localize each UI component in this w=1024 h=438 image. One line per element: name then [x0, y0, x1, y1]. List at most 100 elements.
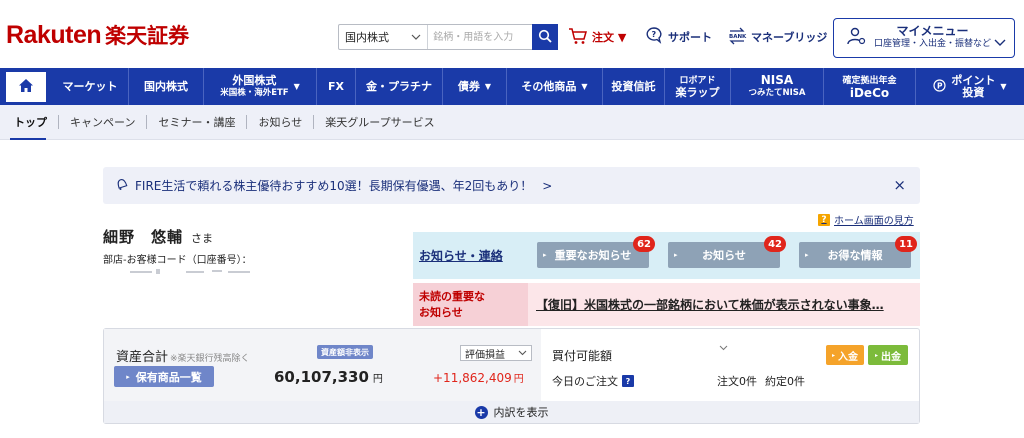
nav-item-other-products[interactable]: その他商品 ▼: [506, 68, 602, 105]
close-icon[interactable]: ×: [893, 176, 906, 194]
nav-label: 確定拠出年金: [842, 76, 897, 86]
chevron-down-icon: [994, 32, 1006, 51]
dropdown-triangle-icon: ▼: [484, 81, 492, 91]
unrealized-gain-value: +11,862,409 円: [433, 370, 524, 385]
search-bar: 国内株式: [338, 24, 558, 50]
search-input[interactable]: [428, 25, 533, 49]
unrealized-gain-amount: +11,862,409: [433, 371, 512, 385]
search-category-select[interactable]: 国内株式: [339, 25, 429, 49]
nav-item-foreign-stock[interactable]: 外国株式 米国株・海外ETF ▼: [203, 68, 316, 105]
logo-securities-text: 楽天証券: [105, 24, 190, 48]
order-menu[interactable]: 注文 ▼: [568, 26, 626, 48]
nav-label: NISA: [760, 73, 794, 87]
subnav-seminar[interactable]: セミナー・講座: [147, 115, 248, 129]
help-icon: ?: [818, 213, 830, 226]
nav-label: 投資信託: [611, 79, 656, 93]
nav-item-gold-platinum[interactable]: 金・プラチナ: [355, 68, 442, 105]
unread-label-line2: お知らせ: [419, 305, 463, 319]
money-bridge-link[interactable]: BANK マネーブリッジ: [727, 26, 827, 48]
nav-sublabel: 楽ラップ: [675, 86, 720, 99]
order-label: 注文 ▼: [592, 31, 627, 44]
notice-button-label: お知らせ: [702, 249, 746, 262]
my-menu-button[interactable]: マイメニュー 口座管理・入出金・振替など: [833, 18, 1015, 58]
unread-count-badge: 11: [895, 236, 917, 252]
svg-text:BANK: BANK: [729, 34, 747, 40]
nav-item-robo-advisor[interactable]: ロボアド 楽ラップ: [664, 68, 730, 105]
today-orders-label: 今日のご注文: [552, 375, 618, 388]
hide-asset-amount-button[interactable]: 資産額非表示: [317, 345, 373, 359]
subnav-campaign[interactable]: キャンペーン: [59, 115, 148, 129]
valuation-select-value: 評価損益: [465, 349, 505, 361]
nav-label: ロボアド: [679, 76, 716, 86]
nav-item-point-investment[interactable]: P ポイント 投資 ▼: [915, 68, 1024, 105]
search-category-value: 国内株式: [345, 31, 389, 44]
important-notice-button[interactable]: ▸ 重要なお知らせ 62: [537, 236, 655, 268]
nav-item-mutual-funds[interactable]: 投資信託: [602, 68, 664, 105]
triangle-right-icon: ▸: [805, 251, 809, 259]
help-icon[interactable]: ?: [622, 375, 634, 387]
home-guide-link[interactable]: ? ホーム画面の見方: [818, 212, 914, 227]
chevron-right-icon: >: [542, 178, 553, 193]
user-name: 細野 悠輔 さま: [103, 226, 213, 247]
nav-label-block: 外国株式 米国株・海外ETF: [220, 74, 288, 99]
support-chat-icon: ?: [644, 26, 668, 49]
contracts-count: 約定0件: [765, 375, 805, 388]
bell-icon: [115, 176, 129, 195]
currency-unit: 円: [513, 374, 524, 385]
show-breakdown-label: 内訳を表示: [493, 406, 549, 419]
unread-label-line1: 未読の重要な: [419, 289, 485, 303]
show-breakdown-button[interactable]: + 内訳を表示: [104, 401, 919, 423]
nav-label: 国内株式: [144, 79, 188, 93]
withdraw-button[interactable]: ▸ 出金: [868, 345, 908, 365]
nav-label-block: ポイント 投資: [951, 73, 996, 99]
notice-button[interactable]: ▸ お知らせ 42: [668, 236, 786, 268]
dropdown-triangle-icon: ▼: [1000, 81, 1007, 91]
nav-label: その他商品: [521, 79, 577, 93]
main-nav: マーケット 国内株式 外国株式 米国株・海外ETF ▼ FX 金・プラチナ 債券 …: [0, 68, 1024, 105]
important-notice-label: 重要なお知らせ: [554, 249, 632, 262]
chevron-down-icon: [411, 32, 421, 43]
buying-power-label: 買付可能額: [552, 349, 613, 363]
nav-label-block: ロボアド 楽ラップ: [676, 74, 720, 99]
deals-info-label: お得な情報: [827, 249, 883, 262]
plus-circle-icon: +: [474, 405, 488, 419]
asset-total-title: 資産合計 ※楽天銀行残高除く: [116, 346, 250, 365]
notice-panel: お知らせ・連絡 ▸ 重要なお知らせ 62 ▸ お知らせ 42 ▸ お得な情報 1…: [413, 232, 920, 279]
rakuten-logo[interactable]: Rakuten 楽天証券: [6, 20, 189, 50]
nav-item-domestic-stock[interactable]: 国内株式: [128, 68, 203, 105]
asset-title-note: ※楽天銀行残高除く: [170, 354, 250, 364]
nav-item-market[interactable]: マーケット: [52, 68, 128, 105]
subnav-top[interactable]: トップ: [0, 115, 59, 140]
important-notice-message-link[interactable]: 【復旧】米国株式の一部銘柄において株価が表示されない事象…: [536, 296, 911, 313]
triangle-right-icon: ▸: [831, 351, 835, 359]
asset-title-text: 資産合計: [116, 350, 169, 365]
subnav-news[interactable]: お知らせ: [247, 115, 315, 129]
nav-item-nisa[interactable]: NISA つみたてNISA: [730, 68, 823, 105]
nav-label: ポイント: [951, 73, 996, 87]
subnav-group-services[interactable]: 楽天グループサービス: [314, 115, 445, 129]
withdraw-label: 出金: [881, 351, 901, 363]
nav-sublabel: 投資: [962, 85, 985, 99]
logo-rakuten-text: Rakuten: [6, 21, 102, 49]
notice-link[interactable]: お知らせ・連絡: [413, 247, 533, 264]
unread-label-text: 未読の重要な お知らせ: [419, 289, 485, 321]
chevron-down-icon[interactable]: [719, 343, 728, 354]
deposit-button[interactable]: ▸ 入金: [826, 345, 864, 365]
holdings-list-button[interactable]: ▸ 保有商品一覧: [114, 366, 214, 387]
triangle-right-icon: ▸: [126, 372, 130, 381]
support-link[interactable]: ? サポート: [644, 26, 712, 48]
valuation-select[interactable]: 評価損益: [460, 345, 532, 361]
currency-unit: 円: [372, 374, 383, 385]
deals-info-button[interactable]: ▸ お得な情報 11: [799, 236, 917, 268]
nav-item-bonds[interactable]: 債券 ▼: [442, 68, 506, 105]
user-name-text: 細野 悠輔: [103, 228, 184, 246]
svg-text:P: P: [937, 81, 943, 90]
dropdown-triangle-icon: ▼: [293, 81, 300, 91]
asset-total-section: 資産合計 ※楽天銀行残高除く 資産額非表示 ▸ 保有商品一覧 60,107,330…: [104, 329, 541, 401]
nav-home[interactable]: [6, 72, 46, 105]
promo-banner[interactable]: FIRE生活で頼れる株主優待おすすめ10選！長期保有優遇、年2回もあり！ > ×: [103, 167, 920, 204]
search-button[interactable]: [532, 24, 558, 50]
nav-item-fx[interactable]: FX: [316, 68, 355, 105]
unread-important-notice: 未読の重要な お知らせ 【復旧】米国株式の一部銘柄において株価が表示されない事象…: [413, 283, 920, 326]
nav-item-ideco[interactable]: 確定拠出年金 iDeCo: [823, 68, 915, 105]
